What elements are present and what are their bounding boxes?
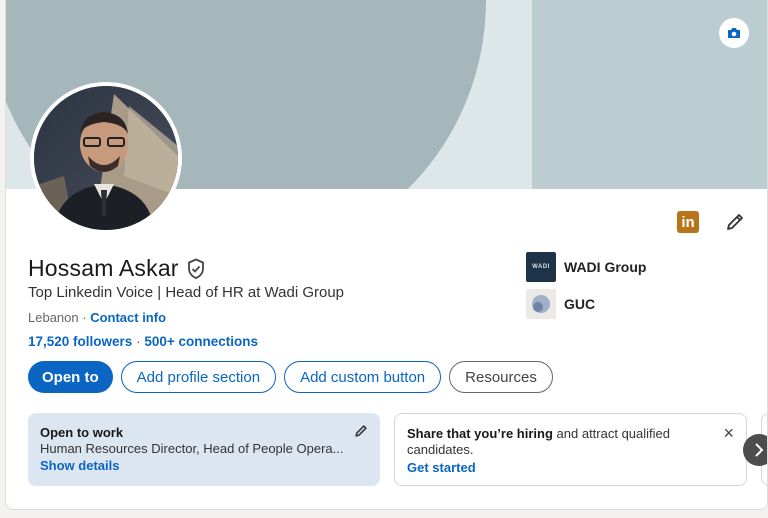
hiring-text: Share that you’re hiring and attract qua… xyxy=(407,426,712,459)
wadi-logo: WADI xyxy=(526,252,556,282)
org-name: GUC xyxy=(564,296,596,312)
camera-icon xyxy=(728,28,740,38)
connections-link[interactable]: 500+ connections xyxy=(144,334,258,349)
location-row: Lebanon · Contact info xyxy=(28,310,166,325)
pencil-icon xyxy=(727,214,743,230)
close-icon[interactable]: × xyxy=(723,424,734,442)
followers-link[interactable]: 17,520 followers xyxy=(28,334,132,349)
get-started-link[interactable]: Get started xyxy=(407,460,476,475)
verified-shield-icon[interactable] xyxy=(186,258,206,280)
profile-photo[interactable] xyxy=(30,82,182,234)
show-details-link[interactable]: Show details xyxy=(40,458,119,473)
pencil-icon xyxy=(355,425,367,437)
chevron-right-icon xyxy=(755,443,764,457)
edit-intro-button[interactable] xyxy=(723,210,747,234)
open-to-work-title: Open to work xyxy=(40,425,124,440)
linkedin-icon: in xyxy=(681,213,695,231)
profile-headline: Top Linkedin Voice | Head of HR at Wadi … xyxy=(28,284,345,301)
avatar-image xyxy=(34,86,178,230)
open-to-work-description: Human Resources Director, Head of People… xyxy=(40,441,344,456)
location-separator: · xyxy=(78,310,91,325)
org-item-guc[interactable]: GUC xyxy=(526,289,646,319)
contact-info-link[interactable]: Contact info xyxy=(90,310,166,325)
hiring-bold: Share that you’re hiring xyxy=(407,426,553,441)
profile-name: Hossam Askar xyxy=(28,255,179,281)
resources-button[interactable]: Resources xyxy=(449,361,553,393)
linkedin-badge-button[interactable]: in xyxy=(677,211,699,233)
guc-logo xyxy=(526,289,556,319)
add-profile-section-button[interactable]: Add profile section xyxy=(120,361,277,393)
open-to-button[interactable]: Open to xyxy=(28,361,113,393)
network-row: 17,520 followers · 500+ connections xyxy=(28,334,258,349)
org-name: WADI Group xyxy=(564,259,647,275)
network-separator: · xyxy=(132,334,145,349)
location: Lebanon xyxy=(28,310,79,325)
name-row: Hossam Askar xyxy=(28,255,206,282)
open-to-work-card[interactable]: Open to work Human Resources Director, H… xyxy=(28,413,380,486)
wadi-logo-text: WADI xyxy=(532,264,550,270)
profile-actions: Open to Add profile section Add custom b… xyxy=(28,361,553,393)
org-list: WADI WADI Group GUC xyxy=(526,252,646,326)
org-item-wadi[interactable]: WADI WADI Group xyxy=(526,252,646,282)
hiring-card[interactable]: Share that you’re hiring and attract qua… xyxy=(394,413,747,486)
profile-card: in Hossam Askar Top Linkedin Voice | Hea… xyxy=(5,0,768,510)
edit-cover-button[interactable] xyxy=(719,18,749,48)
carousel-next-button[interactable] xyxy=(743,434,767,466)
add-custom-button-button[interactable]: Add custom button xyxy=(284,361,442,393)
edit-open-to-work-button[interactable] xyxy=(354,424,368,441)
